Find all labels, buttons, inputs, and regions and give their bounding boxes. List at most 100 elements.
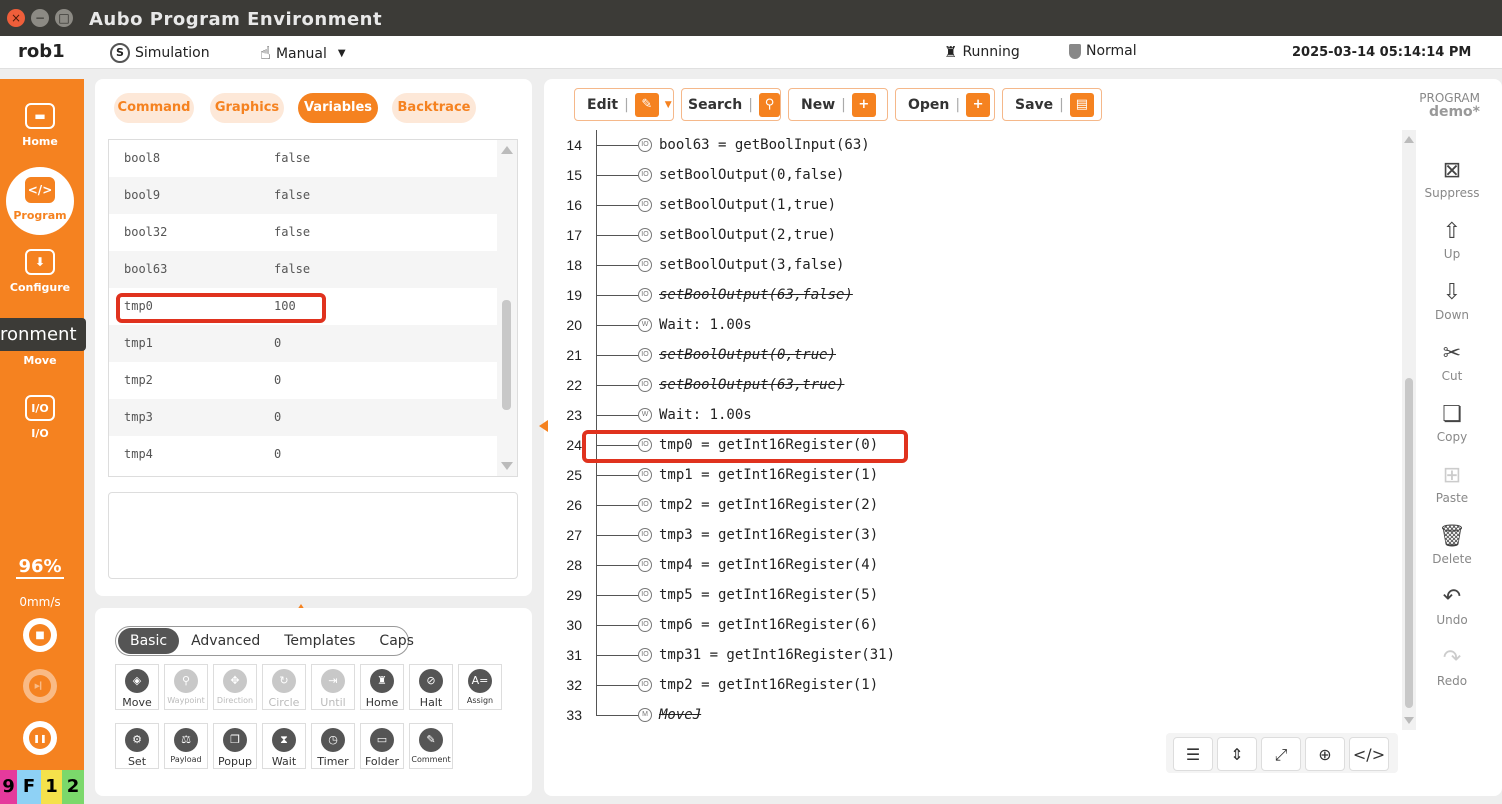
tool-home-button[interactable]: ♜ Home — [360, 664, 404, 710]
program-line[interactable]: 25 IO tmp1 = getInt16Register(1) — [546, 460, 1396, 490]
program-line[interactable]: 19 IO setBoolOutput(63,false) — [546, 280, 1396, 310]
variable-detail-box[interactable] — [108, 492, 518, 579]
window-close-button[interactable]: × — [7, 9, 25, 27]
program-line[interactable]: 15 IO setBoolOutput(0,false) — [546, 160, 1396, 190]
redo-button[interactable]: ↷ Redo — [1422, 644, 1482, 688]
program-line[interactable]: 26 IO tmp2 = getInt16Register(2) — [546, 490, 1396, 520]
table-row[interactable]: bool9 false — [109, 177, 497, 214]
table-row[interactable]: tmp3 0 — [109, 399, 497, 436]
speed-percent[interactable]: 96% — [0, 556, 80, 579]
tab-templates[interactable]: Templates — [272, 628, 367, 654]
delete-button[interactable]: 🗑 Delete — [1422, 522, 1482, 566]
stop-button[interactable]: ■ — [23, 618, 57, 652]
pause-button[interactable]: ❚❚ — [23, 721, 57, 755]
table-row[interactable]: bool32 false — [109, 214, 497, 251]
tool-circle-button[interactable]: ↻ Circle — [262, 664, 306, 710]
tab-basic[interactable]: Basic — [118, 628, 180, 654]
paste-button[interactable]: ⊞ Paste — [1422, 461, 1482, 505]
tab-advanced[interactable]: Advanced — [179, 628, 272, 654]
program-line[interactable]: 16 IO setBoolOutput(1,true) — [546, 190, 1396, 220]
program-line[interactable]: 21 IO setBoolOutput(0,true) — [546, 340, 1396, 370]
sidebar-item-io[interactable]: I/O I/O — [0, 395, 80, 440]
tool-popup-button[interactable]: ❐ Popup — [213, 723, 257, 769]
action-label: Down — [1434, 308, 1469, 322]
table-row[interactable]: tmp4 0 — [109, 436, 497, 473]
new-button[interactable]: New | + — [788, 88, 888, 121]
program-line[interactable]: 18 IO setBoolOutput(3,false) — [546, 250, 1396, 280]
tool-set-button[interactable]: ⚙ Set — [115, 723, 159, 769]
suppress-button[interactable]: ⊠ Suppress — [1422, 156, 1482, 200]
sidebar-item-configure[interactable]: ⬇ Configure — [0, 249, 80, 294]
undo-button[interactable]: ↶ Undo — [1422, 583, 1482, 627]
tool-assign-button[interactable]: A= Assign — [458, 664, 502, 710]
table-row[interactable]: bool63 false — [109, 251, 497, 288]
table-row[interactable]: tmp1 0 — [109, 325, 497, 362]
tool-label: Assign — [466, 696, 494, 705]
program-line[interactable]: 14 IO bool63 = getBoolInput(63) — [546, 130, 1396, 160]
tool-waypoint-button[interactable]: ⚲ Waypoint — [164, 664, 208, 710]
program-line[interactable]: 28 IO tmp4 = getInt16Register(4) — [546, 550, 1396, 580]
tree-branch — [596, 715, 638, 716]
program-line[interactable]: 32 IO tmp2 = getInt16Register(1) — [546, 670, 1396, 700]
control-mode-dropdown[interactable]: ☝ Manual ▼ — [260, 43, 346, 64]
program-line[interactable]: 30 IO tmp6 = getInt16Register(6) — [546, 610, 1396, 640]
cut-button[interactable]: ✂ Cut — [1422, 339, 1482, 383]
action-label: Suppress — [1424, 186, 1480, 200]
program-line[interactable]: 31 IO tmp31 = getInt16Register(31) — [546, 640, 1396, 670]
simulation-icon: S — [110, 43, 130, 63]
window-maximize-button[interactable]: □ — [55, 9, 73, 27]
tab-caps[interactable]: Caps — [367, 628, 426, 654]
tool-folder-button[interactable]: ▭ Folder — [360, 723, 404, 769]
up-button[interactable]: ⇧ Up — [1422, 217, 1482, 261]
line-number: 23 — [566, 407, 582, 423]
tool-until-button[interactable]: ⇥ Until — [311, 664, 355, 710]
home-icon: ▬ — [25, 103, 55, 129]
program-line[interactable]: 22 IO setBoolOutput(63,true) — [546, 370, 1396, 400]
down-button[interactable]: ⇩ Down — [1422, 278, 1482, 322]
program-line[interactable]: 29 IO tmp5 = getInt16Register(5) — [546, 580, 1396, 610]
tree-branch — [596, 385, 638, 386]
tool-move-button[interactable]: ◈ Move — [115, 664, 159, 710]
tab-variables[interactable]: Variables — [298, 93, 378, 123]
tab-backtrace[interactable]: Backtrace — [392, 93, 476, 123]
tab-command[interactable]: Command — [114, 93, 194, 123]
sidebar-item-home[interactable]: ▬ Home — [0, 103, 80, 148]
open-button[interactable]: Open | + — [895, 88, 995, 121]
set-icon: ⚙ — [125, 728, 149, 752]
action-label: Delete — [1432, 552, 1472, 566]
line-text: setBoolOutput(3,false) — [659, 257, 845, 273]
tool-label: Wait — [271, 755, 297, 768]
sort-icon: ☰ — [1185, 745, 1201, 764]
variables-scrollbar[interactable] — [497, 140, 517, 476]
home-icon: ♜ — [370, 669, 394, 693]
program-line[interactable]: 33 M MoveJ — [546, 700, 1396, 730]
node-icon: IO — [638, 258, 652, 272]
simulation-mode[interactable]: S Simulation — [110, 43, 210, 63]
tool-comment-button[interactable]: ✎ Comment — [409, 723, 453, 769]
tool-wait-button[interactable]: ⧗ Wait — [262, 723, 306, 769]
table-row[interactable]: tmp2 0 — [109, 362, 497, 399]
scrollbar-thumb[interactable] — [1405, 378, 1413, 708]
tab-graphics[interactable]: Graphics — [210, 93, 284, 123]
step-button[interactable]: ▶▎ — [23, 669, 57, 703]
window-minimize-button[interactable]: − — [31, 9, 49, 27]
tool-direction-button[interactable]: ✥ Direction — [213, 664, 257, 710]
tool-payload-button[interactable]: ⚖ Payload — [164, 723, 208, 769]
sort-button[interactable]: ☰ — [1173, 737, 1213, 771]
sidebar-item-program[interactable]: </> Program — [6, 167, 74, 235]
table-row[interactable]: bool8 false — [109, 140, 497, 177]
program-line[interactable]: 23 W Wait: 1.00s — [546, 400, 1396, 430]
edit-button[interactable]: Edit | ✎ ▼ — [574, 88, 674, 121]
expand-button[interactable]: ⤢ — [1261, 737, 1301, 771]
save-button[interactable]: Save | ▤ — [1002, 88, 1102, 121]
locate-button[interactable]: ⊕ — [1305, 737, 1345, 771]
collapse-button[interactable]: ⇕ — [1217, 737, 1257, 771]
copy-button[interactable]: ❏ Copy — [1422, 400, 1482, 444]
tool-timer-button[interactable]: ◷ Timer — [311, 723, 355, 769]
search-button[interactable]: Search | ⚲ — [681, 88, 781, 121]
tool-halt-button[interactable]: ⊘ Halt — [409, 664, 453, 710]
program-line[interactable]: 17 IO setBoolOutput(2,true) — [546, 220, 1396, 250]
program-line[interactable]: 27 IO tmp3 = getInt16Register(3) — [546, 520, 1396, 550]
program-line[interactable]: 20 W Wait: 1.00s — [546, 310, 1396, 340]
code-view-button[interactable]: </> — [1349, 737, 1389, 771]
